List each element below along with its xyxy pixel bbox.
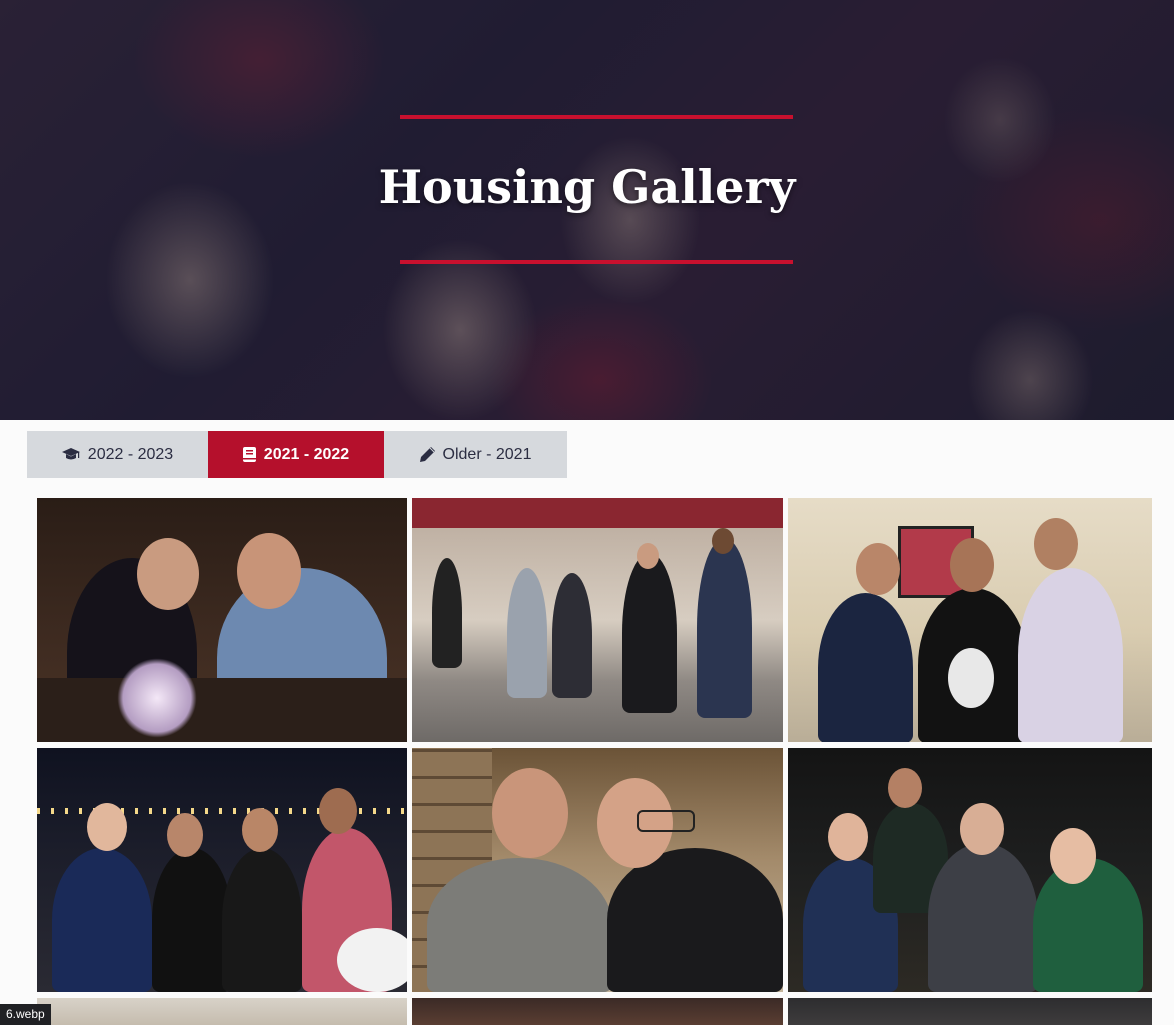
graduation-cap-icon bbox=[61, 447, 80, 462]
gallery-photo[interactable] bbox=[412, 748, 783, 992]
gallery-photo[interactable] bbox=[788, 498, 1152, 742]
gallery-photo[interactable] bbox=[412, 498, 783, 742]
tab-label: 2022 - 2023 bbox=[87, 445, 174, 463]
photo-scene bbox=[788, 498, 1152, 742]
tab-2021-2022[interactable]: 2021 - 2022 bbox=[208, 431, 384, 478]
photo-scene bbox=[788, 748, 1152, 992]
gallery-photo[interactable] bbox=[37, 498, 407, 742]
gallery-photo[interactable] bbox=[37, 748, 407, 992]
gallery-photo[interactable] bbox=[788, 998, 1152, 1025]
photo-scene bbox=[412, 498, 783, 742]
hero-rule-top bbox=[400, 115, 793, 119]
pencil-icon bbox=[419, 447, 435, 462]
page-title: Housing Gallery bbox=[378, 160, 796, 214]
hero-rule-bottom bbox=[400, 260, 793, 264]
tab-label: Older - 2021 bbox=[442, 445, 532, 463]
gallery-photo[interactable] bbox=[412, 998, 783, 1025]
year-tabs: 2022 - 2023 2021 - 2022 Older - 2021 bbox=[27, 431, 567, 478]
photo-scene bbox=[412, 748, 783, 992]
file-name-tooltip: 6.webp bbox=[0, 1004, 51, 1025]
photo-scene bbox=[37, 498, 407, 742]
tab-2022-2023[interactable]: 2022 - 2023 bbox=[27, 431, 208, 478]
gallery-photo[interactable] bbox=[37, 998, 407, 1025]
gallery-photo[interactable] bbox=[788, 748, 1152, 992]
hero-banner: Housing Gallery bbox=[0, 0, 1174, 420]
photo-scene bbox=[37, 748, 407, 992]
tab-older-2021[interactable]: Older - 2021 bbox=[384, 431, 567, 478]
book-icon bbox=[242, 447, 256, 462]
tab-label: 2021 - 2022 bbox=[263, 445, 350, 463]
